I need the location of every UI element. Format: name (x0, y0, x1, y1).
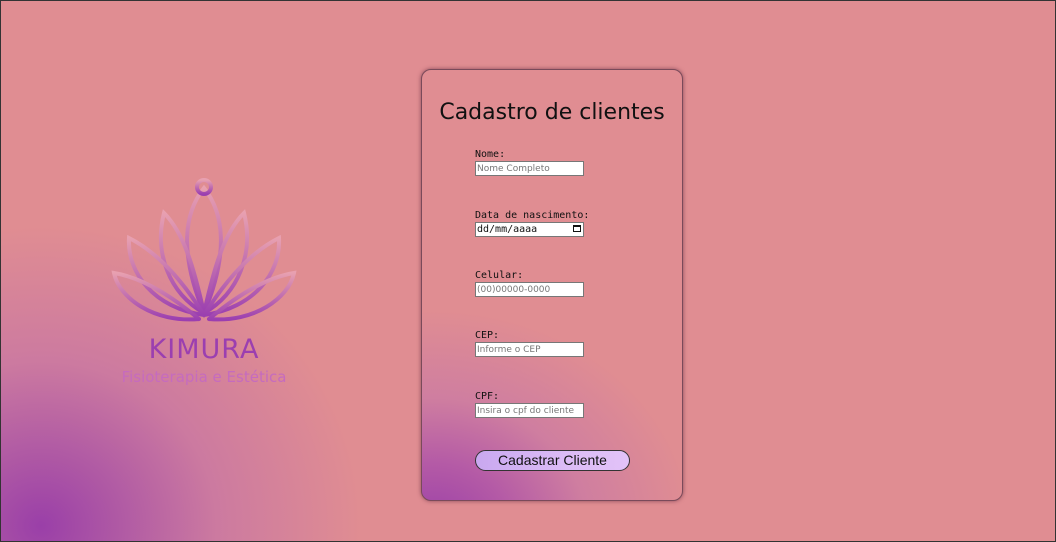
birthdate-input[interactable]: dd/mm/aaaa (475, 222, 584, 237)
name-input[interactable] (475, 161, 584, 176)
birthdate-field-group: Data de nascimento: dd/mm/aaaa (475, 210, 589, 237)
birthdate-label: Data de nascimento: (475, 210, 590, 221)
phone-label: Celular: (475, 270, 524, 281)
form-title: Cadastro de clientes (439, 100, 665, 125)
calendar-icon[interactable] (573, 225, 581, 232)
cpf-field-group: CPF: (475, 391, 584, 418)
phone-field-group: Celular: (475, 270, 584, 297)
name-label: Nome: (475, 149, 506, 160)
birthdate-value: dd/mm/aaaa (477, 224, 538, 235)
name-field-group: Nome: (475, 149, 584, 176)
phone-input[interactable] (475, 282, 584, 297)
cep-field-group: CEP: (475, 330, 584, 357)
cpf-label: CPF: (475, 391, 500, 402)
cep-input[interactable] (475, 342, 584, 357)
page-background: KIMURA Fisioterapia e Estética Cadastro … (0, 0, 1056, 542)
brand-name: KIMURA (148, 334, 260, 365)
brand-tagline: Fisioterapia e Estética (121, 368, 287, 386)
submit-button[interactable]: Cadastrar Cliente (475, 450, 630, 471)
cpf-input[interactable] (475, 403, 584, 418)
cep-label: CEP: (475, 330, 500, 341)
registration-card: Cadastro de clientes Nome: Data de nasci… (421, 69, 683, 501)
